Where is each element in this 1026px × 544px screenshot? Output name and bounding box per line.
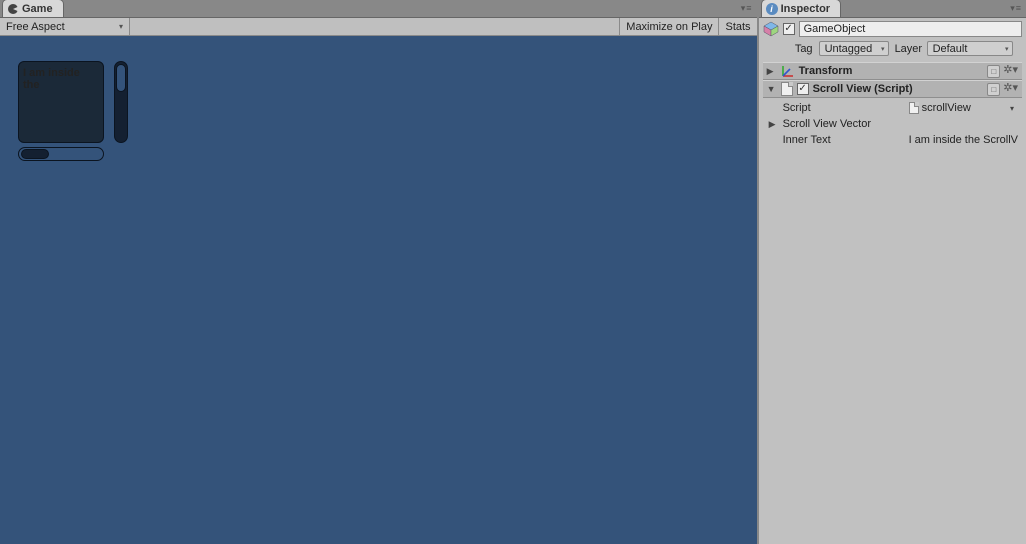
scrollview-vertical-thumb[interactable] bbox=[116, 64, 126, 92]
gameobject-name-input[interactable]: GameObject bbox=[799, 21, 1022, 37]
stats-button[interactable]: Stats bbox=[718, 18, 756, 35]
component-scrollview: ▼ ✓ Scroll View (Script) □ ✲▾ Script bbox=[763, 80, 1022, 152]
inspector-panel: i Inspector ▾≡ ✓ GameObject Tag bbox=[759, 0, 1026, 544]
prop-innertext-label: Inner Text bbox=[779, 134, 909, 146]
scrollview-vertical-scrollbar[interactable] bbox=[114, 61, 128, 143]
script-page-icon bbox=[909, 102, 919, 114]
game-view: I am inside the bbox=[0, 36, 757, 544]
transform-icon bbox=[781, 64, 795, 78]
prop-innertext-row: Inner Text I am inside the ScrollV bbox=[769, 132, 1018, 148]
layer-label: Layer bbox=[895, 43, 921, 55]
tab-inspector-label: Inspector bbox=[781, 3, 831, 15]
layer-dropdown[interactable]: Default ▾ bbox=[927, 41, 1013, 56]
component-transform: ▶ Transform □ ✲▾ bbox=[763, 62, 1022, 80]
layer-value: Default bbox=[933, 43, 968, 55]
maximize-label: Maximize on Play bbox=[626, 21, 712, 33]
tag-label: Tag bbox=[787, 43, 813, 55]
prop-script-label: Script bbox=[779, 102, 909, 114]
stats-label: Stats bbox=[725, 21, 750, 33]
scrollview-horizontal-scrollbar[interactable] bbox=[18, 147, 104, 161]
prop-vector-label: Scroll View Vector bbox=[779, 118, 909, 130]
object-picker-icon[interactable]: ▾ bbox=[1006, 104, 1018, 113]
component-transform-header[interactable]: ▶ Transform □ ✲▾ bbox=[763, 62, 1022, 80]
help-icon[interactable]: □ bbox=[987, 65, 1000, 78]
component-scrollview-title: Scroll View (Script) bbox=[813, 83, 913, 95]
component-scrollview-header[interactable]: ▼ ✓ Scroll View (Script) □ ✲▾ bbox=[763, 80, 1022, 98]
gameobject-active-checkbox[interactable]: ✓ bbox=[783, 23, 795, 35]
component-transform-title: Transform bbox=[799, 65, 853, 77]
tab-game[interactable]: Game bbox=[2, 0, 64, 17]
component-scrollview-body: Script scrollView ▾ ▶ Scroll View Vector bbox=[763, 98, 1022, 152]
caret-icon: ▾ bbox=[1005, 45, 1009, 53]
help-icon[interactable]: □ bbox=[987, 83, 1000, 96]
tag-layer-row: Tag Untagged ▾ Layer Default ▾ bbox=[763, 41, 1022, 56]
script-value: scrollView bbox=[922, 102, 971, 114]
tag-dropdown[interactable]: Untagged ▾ bbox=[819, 41, 889, 56]
game-tabbar: Game ▾≡ bbox=[0, 0, 757, 18]
fold-down-icon: ▼ bbox=[767, 84, 777, 94]
prop-vector-row[interactable]: ▶ Scroll View Vector bbox=[769, 116, 1018, 132]
info-icon: i bbox=[766, 3, 778, 15]
game-toolbar: Free Aspect ▾ Maximize on Play Stats bbox=[0, 18, 757, 36]
prop-script-row: Script scrollView ▾ bbox=[769, 100, 1018, 116]
innertext-value[interactable]: I am inside the ScrollV bbox=[909, 134, 1018, 146]
check-icon: ✓ bbox=[798, 84, 806, 94]
aspect-label: Free Aspect bbox=[6, 21, 65, 33]
scrollview-horizontal-thumb[interactable] bbox=[21, 149, 49, 159]
tag-value: Untagged bbox=[825, 43, 873, 55]
cube-icon bbox=[763, 21, 779, 37]
component-enabled-checkbox[interactable]: ✓ bbox=[797, 83, 809, 95]
scrollview-text: I am inside the bbox=[23, 67, 80, 91]
pacman-icon bbox=[7, 3, 19, 15]
gear-icon[interactable]: ✲▾ bbox=[1003, 65, 1018, 78]
game-panel: Game ▾≡ Free Aspect ▾ Maximize on Play S… bbox=[0, 0, 759, 544]
inspector-tabbar: i Inspector ▾≡ bbox=[759, 0, 1026, 18]
tab-game-label: Game bbox=[22, 3, 53, 15]
gear-icon[interactable]: ✲▾ bbox=[1003, 83, 1018, 96]
aspect-dropdown[interactable]: Free Aspect ▾ bbox=[0, 18, 130, 35]
gameobject-header: ✓ GameObject bbox=[763, 21, 1022, 37]
fold-right-icon: ▶ bbox=[769, 119, 779, 130]
script-object-field[interactable]: scrollView bbox=[909, 102, 1003, 114]
tab-inspector[interactable]: i Inspector bbox=[761, 0, 842, 17]
scrollview-box: I am inside the bbox=[18, 61, 128, 161]
caret-icon: ▾ bbox=[119, 22, 123, 31]
fold-right-icon: ▶ bbox=[767, 66, 777, 77]
panel-options-icon[interactable]: ▾≡ bbox=[741, 3, 753, 14]
check-icon: ✓ bbox=[784, 24, 792, 34]
scrollview-content[interactable]: I am inside the bbox=[18, 61, 104, 143]
panel-options-icon[interactable]: ▾≡ bbox=[1010, 3, 1022, 14]
maximize-on-play-button[interactable]: Maximize on Play bbox=[619, 18, 718, 35]
inspector-body: ✓ GameObject Tag Untagged ▾ Layer Defaul… bbox=[759, 18, 1026, 544]
script-page-icon bbox=[781, 82, 793, 96]
caret-icon: ▾ bbox=[881, 45, 885, 53]
